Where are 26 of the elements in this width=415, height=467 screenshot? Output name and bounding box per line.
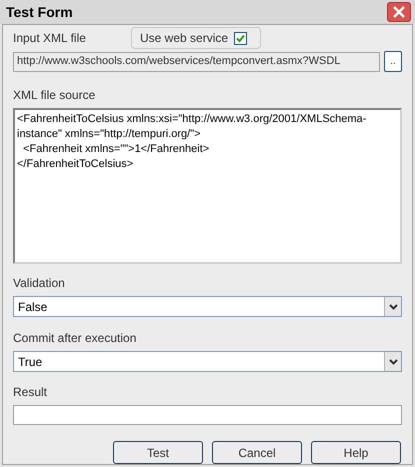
- close-icon: [393, 6, 405, 18]
- dialog-button[interactable]: Help: [311, 441, 401, 464]
- xml-editor[interactable]: <FahrenheitToCelsius xmlns:xsi="http://www.w3.org/2001/XMLSchema- instance" xmlns="http://tempuri.org/"> <Fahrenheit xmlns="">1</Fahrenheit> </FahrenheitToCelsius>: [13, 108, 402, 264]
- caret-icon: [384, 352, 401, 371]
- browse-button[interactable]: ..: [384, 51, 402, 72]
- dropdown[interactable]: False: [13, 296, 402, 317]
- field-label: XML file source: [13, 87, 96, 104]
- field-label: Result: [13, 384, 48, 401]
- code-line: <FahrenheitToCelsius xmlns:xsi="http://www.w3.org/2001/XMLSchema-: [17, 112, 368, 127]
- dialog-button[interactable]: Cancel: [212, 441, 302, 464]
- code-line: instance" xmlns="http://tempuri.org/">: [17, 127, 202, 142]
- dropdown[interactable]: True: [13, 351, 402, 372]
- field-label: Validation: [13, 275, 66, 292]
- caret-icon: [384, 297, 401, 316]
- dialog-button[interactable]: Test: [113, 441, 203, 464]
- field-label: Commit after execution: [13, 330, 138, 347]
- window-title: Test Form: [6, 2, 73, 22]
- close-button[interactable]: [387, 2, 411, 22]
- url-field[interactable]: http://www.w3schools.com/webservices/tempconvert.asmx?WSDL: [13, 52, 380, 72]
- result-field[interactable]: [13, 405, 402, 425]
- checkbox[interactable]: [234, 32, 248, 44]
- check-icon: [236, 34, 246, 42]
- option-label: Use web service: [140, 30, 228, 47]
- field-label: Input XML file: [13, 30, 87, 47]
- code-line: </FahrenheitToCelsius>: [17, 157, 134, 172]
- code-line: <Fahrenheit xmlns="">1</Fahrenheit>: [22, 142, 210, 157]
